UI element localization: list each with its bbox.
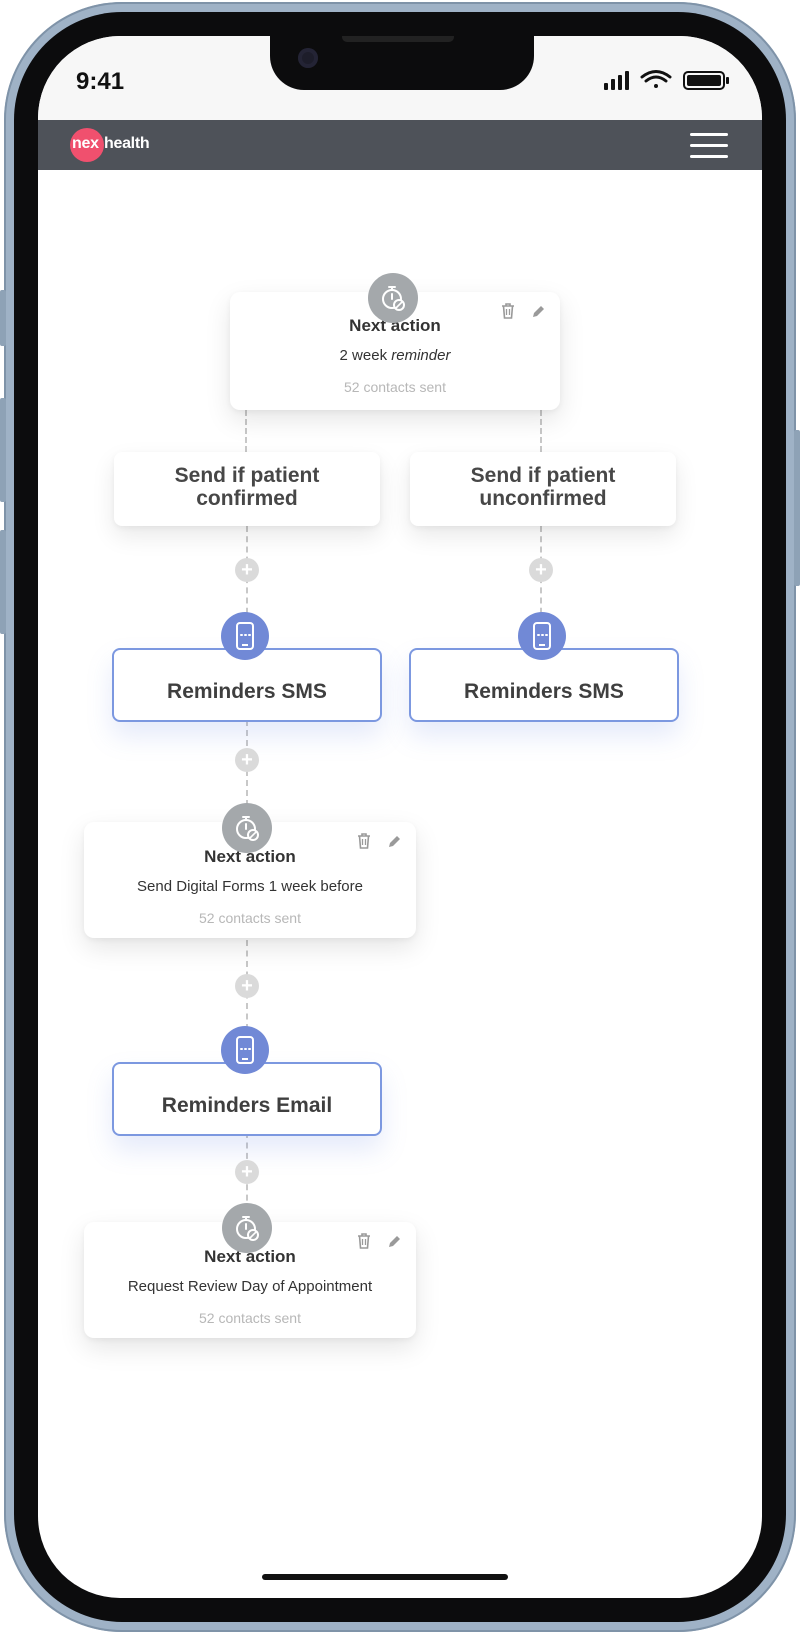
contacts-sent-count: 52 contacts sent: [199, 1310, 301, 1326]
condition-line-2: unconfirmed: [479, 487, 607, 510]
card-description-emphasis: reminder: [391, 347, 451, 364]
cellular-signal-icon: [604, 71, 629, 90]
battery-icon: [683, 71, 729, 90]
add-step-button[interactable]: +: [529, 558, 553, 582]
condition-confirmed[interactable]: Send if patient confirmed: [114, 452, 380, 526]
mobile-phone-icon: [221, 612, 269, 660]
condition-line-1: Send if patient: [470, 464, 616, 487]
phone-side-button: [0, 290, 6, 346]
phone-power-button: [794, 430, 800, 586]
add-step-button[interactable]: +: [235, 558, 259, 582]
connector-line: [540, 410, 542, 452]
app-header: nex health: [38, 120, 762, 170]
status-icons: [604, 69, 732, 91]
condition-line-1: Send if patient: [174, 464, 320, 487]
channel-label: Reminders SMS: [464, 680, 624, 703]
phone-volume-down-button: [0, 530, 6, 634]
timer-icon: [222, 803, 272, 853]
mobile-phone-icon: [518, 612, 566, 660]
hamburger-menu-icon[interactable]: [690, 133, 728, 159]
contacts-sent-count: 52 contacts sent: [199, 910, 301, 926]
timer-icon: [368, 273, 418, 323]
phone-volume-up-button: [0, 398, 6, 502]
timer-icon: [222, 1203, 272, 1253]
channel-label: Reminders SMS: [167, 680, 327, 703]
front-camera: [298, 48, 318, 68]
home-indicator[interactable]: [262, 1574, 508, 1580]
condition-unconfirmed[interactable]: Send if patient unconfirmed: [410, 452, 676, 526]
workflow-canvas: Next action 2 week reminder 52 contacts …: [38, 170, 762, 1598]
mobile-phone-icon: [221, 1026, 269, 1074]
card-description-text: 2 week: [339, 347, 392, 364]
status-bar: 9:41: [38, 36, 762, 120]
phone-screen: 9:41 nex health Next action 2 week remin…: [38, 36, 762, 1598]
add-step-button[interactable]: +: [235, 748, 259, 772]
card-description: Send Digital Forms 1 week before: [137, 878, 363, 895]
add-step-button[interactable]: +: [235, 1160, 259, 1184]
wifi-icon: [640, 70, 672, 88]
notch: [270, 36, 534, 90]
card-description: Request Review Day of Appointment: [127, 1278, 373, 1295]
status-time: 9:41: [76, 68, 125, 95]
channel-label: Reminders Email: [161, 1094, 333, 1117]
contacts-sent-count: 52 contacts sent: [344, 379, 446, 395]
card-description: 2 week reminder: [230, 347, 560, 364]
connector-line: [245, 410, 247, 452]
add-step-button[interactable]: +: [235, 974, 259, 998]
logo-suffix: health: [104, 135, 150, 152]
logo-prefix: nex: [72, 135, 99, 152]
condition-line-2: confirmed: [196, 487, 298, 510]
speaker-grille: [342, 36, 454, 42]
